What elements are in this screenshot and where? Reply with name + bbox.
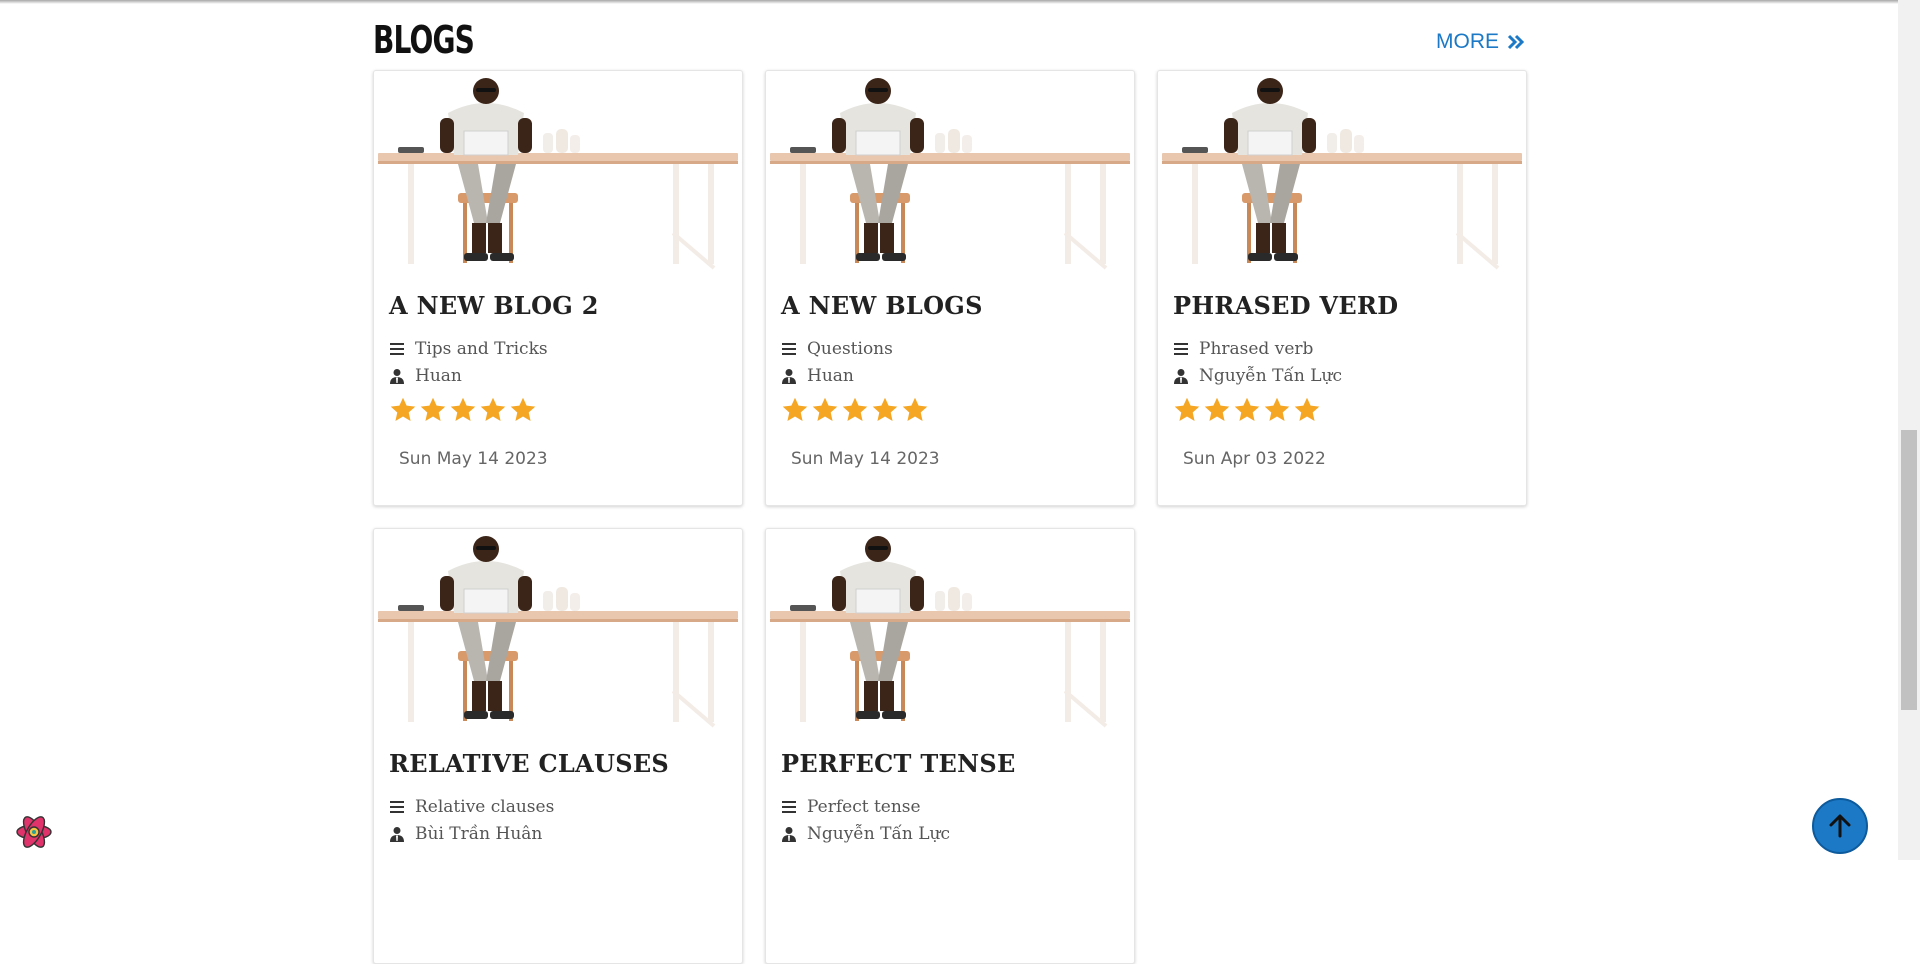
- blog-thumbnail: [378, 536, 738, 728]
- blog-category-label: Perfect tense: [807, 797, 921, 817]
- star-icon: [450, 397, 476, 421]
- blog-thumbnail: [770, 536, 1130, 728]
- double-chevron-right-icon: [1507, 34, 1525, 50]
- blog-title: RELATIVE CLAUSES: [389, 749, 670, 778]
- blog-category: Questions: [781, 339, 893, 359]
- blog-category-label: Phrased verb: [1199, 339, 1314, 359]
- user-tie-icon: [390, 827, 404, 842]
- blog-card[interactable]: A NEW BLOG 2 Tips and Tricks Huan Sun Ma…: [373, 70, 743, 506]
- blog-date: Sun May 14 2023: [781, 449, 940, 469]
- user-tie-icon: [390, 369, 404, 384]
- star-icon: [782, 397, 808, 421]
- react-logo-icon[interactable]: [14, 812, 54, 852]
- section-title: BLOGS: [373, 18, 475, 62]
- scrollbar-thumb[interactable]: [1901, 430, 1917, 710]
- blog-author-name: Huan: [807, 366, 854, 386]
- blog-title: PHRASED VERD: [1173, 291, 1399, 320]
- star-icon: [1264, 397, 1290, 421]
- user-tie-icon: [782, 369, 796, 384]
- list-icon: [390, 343, 404, 355]
- star-icon: [1294, 397, 1320, 421]
- list-icon: [390, 801, 404, 813]
- rating-stars: [1173, 396, 1321, 424]
- blog-date-text: Sun May 14 2023: [399, 449, 548, 469]
- star-icon: [872, 397, 898, 421]
- blog-category: Tips and Tricks: [389, 339, 548, 359]
- blog-date-text: Sun May 14 2023: [791, 449, 940, 469]
- blog-card[interactable]: RELATIVE CLAUSES Relative clauses Bùi Tr…: [373, 528, 743, 964]
- arrow-up-icon: [1829, 814, 1851, 838]
- star-icon: [842, 397, 868, 421]
- more-label: MORE: [1436, 30, 1499, 53]
- blog-category-label: Tips and Tricks: [415, 339, 548, 359]
- blog-date: Sun May 14 2023: [389, 449, 548, 469]
- list-icon: [782, 343, 796, 355]
- blog-category: Perfect tense: [781, 797, 921, 817]
- blog-category-label: Questions: [807, 339, 893, 359]
- blog-title: A NEW BLOG 2: [389, 291, 599, 320]
- more-link[interactable]: MORE: [1436, 30, 1525, 54]
- blog-grid: A NEW BLOG 2 Tips and Tricks Huan Sun Ma…: [373, 70, 1527, 964]
- blog-date: Sun Apr 03 2022: [1173, 449, 1326, 469]
- star-icon: [1204, 397, 1230, 421]
- blog-author: Huan: [389, 366, 462, 386]
- top-navbar-shadow: [0, 0, 1898, 4]
- star-icon: [812, 397, 838, 421]
- blog-card[interactable]: PERFECT TENSE Perfect tense Nguyễn Tấn L…: [765, 528, 1135, 964]
- user-tie-icon: [782, 827, 796, 842]
- blog-thumbnail: [1162, 78, 1522, 270]
- blog-author-name: Huan: [415, 366, 462, 386]
- blog-author: Nguyễn Tấn Lực: [1173, 366, 1342, 386]
- star-icon: [480, 397, 506, 421]
- blog-author-name: Nguyễn Tấn Lực: [1199, 366, 1342, 386]
- blog-category-label: Relative clauses: [415, 797, 555, 817]
- list-icon: [782, 801, 796, 813]
- blog-category: Phrased verb: [1173, 339, 1313, 359]
- list-icon: [1174, 343, 1188, 355]
- blog-category: Relative clauses: [389, 797, 554, 817]
- blogs-section-header: BLOGS MORE: [373, 14, 1525, 66]
- blog-date-text: Sun Apr 03 2022: [1183, 449, 1326, 469]
- blog-author: Bùi Trần Huân: [389, 824, 542, 844]
- blog-author-name: Nguyễn Tấn Lực: [807, 824, 950, 844]
- scroll-to-top-button[interactable]: [1812, 798, 1868, 854]
- star-icon: [390, 397, 416, 421]
- rating-stars: [781, 396, 929, 424]
- page-scrollbar[interactable]: [1898, 0, 1920, 860]
- blog-author-name: Bùi Trần Huân: [415, 824, 543, 844]
- blog-title: PERFECT TENSE: [781, 749, 1016, 778]
- star-icon: [420, 397, 446, 421]
- blog-thumbnail: [378, 78, 738, 270]
- rating-stars: [389, 396, 537, 424]
- star-icon: [1234, 397, 1260, 421]
- star-icon: [902, 397, 928, 421]
- blog-card[interactable]: PHRASED VERD Phrased verb Nguyễn Tấn Lực…: [1157, 70, 1527, 506]
- blog-author: Huan: [781, 366, 854, 386]
- user-tie-icon: [1174, 369, 1188, 384]
- star-icon: [510, 397, 536, 421]
- blog-thumbnail: [770, 78, 1130, 270]
- blog-card[interactable]: A NEW BLOGS Questions Huan Sun May 14 20…: [765, 70, 1135, 506]
- star-icon: [1174, 397, 1200, 421]
- blog-author: Nguyễn Tấn Lực: [781, 824, 950, 844]
- blog-title: A NEW BLOGS: [781, 291, 983, 320]
